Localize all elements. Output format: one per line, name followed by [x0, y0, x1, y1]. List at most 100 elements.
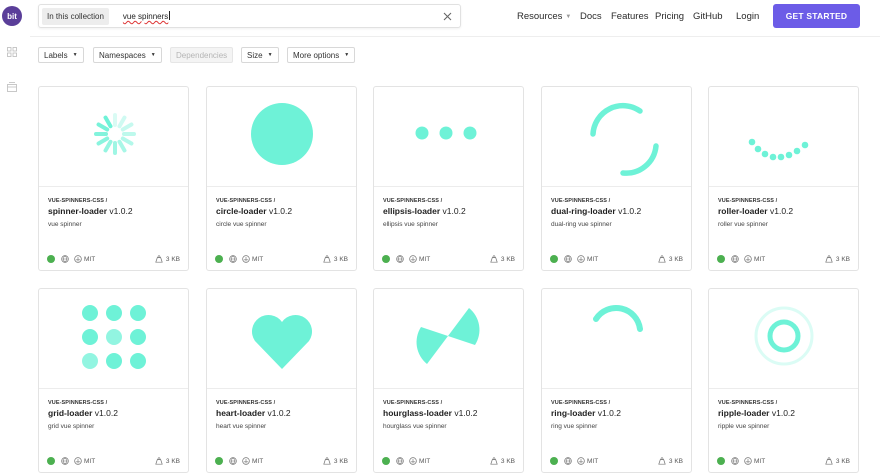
grid-dot — [106, 353, 122, 369]
component-scope: VUE-SPINNERS-CSS / — [551, 400, 611, 406]
nav-resources[interactable]: Resources ▼ — [517, 11, 571, 22]
nav-login[interactable]: Login — [736, 11, 759, 22]
bundle-size: 3 KB — [155, 254, 180, 264]
component-card[interactable]: VUE-SPINNERS-CSS / heart-loader v1.0.2 hea… — [206, 288, 357, 473]
roller-dot — [769, 153, 777, 161]
component-name: circle-loader — [216, 206, 267, 216]
component-meta: MIT — [47, 254, 95, 264]
get-started-button[interactable]: GET STARTED — [773, 4, 860, 28]
weight-icon — [490, 457, 498, 465]
component-title[interactable]: ellipsis-loader v1.0.2 — [383, 206, 466, 216]
component-scope: VUE-SPINNERS-CSS / — [718, 400, 778, 406]
component-title[interactable]: ring-loader v1.0.2 — [551, 408, 621, 418]
component-card[interactable]: VUE-SPINNERS-CSS / ellipsis-loader v1.0.2… — [373, 86, 524, 271]
component-title[interactable]: dual-ring-loader v1.0.2 — [551, 206, 641, 216]
license-icon — [577, 255, 585, 263]
component-preview — [207, 87, 356, 187]
component-version: v1.0.2 — [771, 408, 796, 418]
component-title[interactable]: circle-loader v1.0.2 — [216, 206, 292, 216]
license-icon — [409, 255, 417, 263]
component-version: v1.0.2 — [267, 408, 291, 418]
component-description: ring vue spinner — [551, 423, 598, 430]
license-label: MIT — [754, 457, 766, 465]
bundle-size: 3 KB — [323, 456, 348, 466]
roller-dot — [801, 141, 809, 149]
component-title[interactable]: spinner-loader v1.0.2 — [48, 206, 133, 216]
license-icon — [744, 255, 752, 263]
search-input-value: vue spinners — [122, 12, 169, 21]
component-title[interactable]: ripple-loader v1.0.2 — [718, 408, 795, 418]
build-status-dot — [47, 255, 55, 263]
bundle-size: 3 KB — [825, 254, 850, 264]
globe-icon — [564, 255, 572, 263]
bundle-size: 3 KB — [658, 456, 683, 466]
component-version: v1.0.2 — [442, 206, 466, 216]
component-description: circle vue spinner — [216, 221, 267, 228]
filter-labels[interactable]: Labels ▼ — [38, 47, 84, 63]
component-card[interactable]: VUE-SPINNERS-CSS / ripple-loader v1.0.2 ri… — [708, 288, 859, 473]
spinner-line — [120, 136, 134, 146]
bundle-size: 3 KB — [490, 456, 515, 466]
globe-icon — [731, 255, 739, 263]
circle-shape — [251, 103, 313, 165]
size-label: 3 KB — [165, 457, 180, 465]
weight-icon — [323, 457, 331, 465]
component-title[interactable]: heart-loader v1.0.2 — [216, 408, 291, 418]
collection-box-icon[interactable] — [7, 79, 17, 92]
license-label: MIT — [419, 457, 431, 465]
size-label: 3 KB — [668, 255, 683, 263]
spinner-line — [103, 139, 113, 153]
size-label: 3 KB — [668, 457, 683, 465]
caret-down-icon: ▼ — [344, 52, 350, 58]
search-bar[interactable]: In this collection vue spinners — [38, 4, 461, 28]
component-meta: MIT — [550, 456, 598, 466]
bit-logo[interactable]: bit — [2, 6, 22, 26]
nav-features[interactable]: Features — [611, 11, 649, 22]
heart-shape — [251, 314, 313, 369]
weight-icon — [490, 255, 498, 263]
component-card[interactable]: VUE-SPINNERS-CSS / circle-loader v1.0.2 ci… — [206, 86, 357, 271]
clear-search-icon[interactable] — [439, 8, 455, 24]
spinner-line — [96, 136, 110, 146]
size-label: 3 KB — [835, 457, 850, 465]
component-preview — [374, 289, 523, 389]
caret-down-icon: ▼ — [267, 52, 273, 58]
license-label: MIT — [754, 255, 766, 263]
component-preview — [39, 87, 188, 187]
hourglass-wedge — [448, 308, 480, 345]
filter-namespaces[interactable]: Namespaces ▼ — [93, 47, 162, 63]
license-icon — [744, 457, 752, 465]
globe-icon — [61, 457, 69, 465]
ring-arc — [593, 304, 643, 332]
component-version: v1.0.2 — [769, 206, 794, 216]
component-scope: VUE-SPINNERS-CSS / — [718, 198, 778, 204]
grid-view-icon[interactable] — [7, 44, 17, 57]
component-name: dual-ring-loader — [551, 206, 616, 216]
component-preview — [542, 289, 691, 389]
grid-dot — [106, 305, 122, 321]
component-meta: MIT — [382, 254, 430, 264]
component-version: v1.0.2 — [94, 408, 118, 418]
nav-pricing[interactable]: Pricing — [655, 11, 684, 22]
component-title[interactable]: roller-loader v1.0.2 — [718, 206, 793, 216]
component-meta: MIT — [717, 456, 765, 466]
component-meta: MIT — [717, 254, 765, 264]
component-name: hourglass-loader — [383, 408, 452, 418]
search-scope-chip[interactable]: In this collection — [42, 7, 109, 25]
filter-more-options[interactable]: More options ▼ — [287, 47, 356, 63]
component-card[interactable]: VUE-SPINNERS-CSS / grid-loader v1.0.2 grid… — [38, 288, 189, 473]
search-input[interactable]: vue spinners — [123, 11, 439, 21]
filter-size[interactable]: Size ▼ — [241, 47, 279, 63]
component-title[interactable]: grid-loader v1.0.2 — [48, 408, 118, 418]
component-card[interactable]: VUE-SPINNERS-CSS / roller-loader v1.0.2 ro… — [708, 86, 859, 271]
component-card[interactable]: VUE-SPINNERS-CSS / hourglass-loader v1.0.… — [373, 288, 524, 473]
component-card[interactable]: VUE-SPINNERS-CSS / spinner-loader v1.0.2 v… — [38, 86, 189, 271]
component-title[interactable]: hourglass-loader v1.0.2 — [383, 408, 478, 418]
component-version: v1.0.2 — [109, 206, 133, 216]
component-card[interactable]: VUE-SPINNERS-CSS / dual-ring-loader v1.0.… — [541, 86, 692, 271]
nav-docs[interactable]: Docs — [580, 11, 602, 22]
nav-github[interactable]: GitHub — [693, 11, 723, 22]
component-name: ellipsis-loader — [383, 206, 441, 216]
component-card[interactable]: VUE-SPINNERS-CSS / ring-loader v1.0.2 ring… — [541, 288, 692, 473]
filter-dependencies-label: Dependencies — [176, 50, 228, 60]
